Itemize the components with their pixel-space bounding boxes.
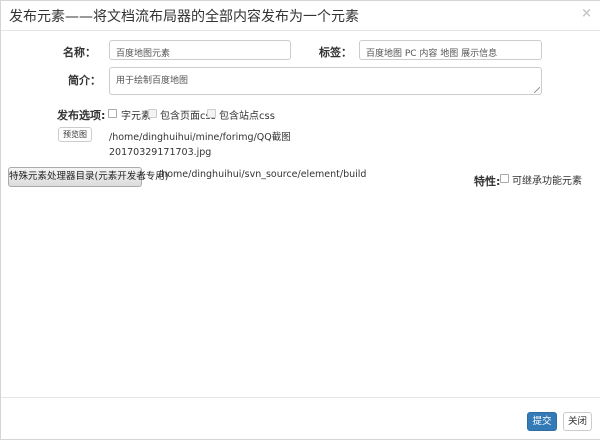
option-sub-element-checkbox[interactable] — [108, 109, 117, 118]
close-button[interactable]: 关闭 — [563, 412, 592, 431]
preview-path-line2: 20170329171703.jpg — [109, 147, 212, 158]
processor-dir-colon: : — [143, 171, 147, 182]
submit-button[interactable]: 提交 — [527, 412, 557, 431]
preview-image-button[interactable]: 预览图 — [58, 127, 92, 142]
processor-dir-path: /home/dinghuihui/svn_source/element/buil… — [158, 169, 367, 180]
publish-options-label: 发布选项: — [57, 109, 106, 122]
close-icon[interactable]: × — [581, 6, 592, 21]
option-site-css-label: 包含站点css — [219, 111, 275, 122]
feature-label: 特性: — [474, 175, 501, 188]
resize-grip-icon[interactable] — [534, 87, 540, 93]
tags-input[interactable]: 百度地图 PC 内容 地图 展示信息 — [359, 40, 542, 60]
intro-label: 简介： — [68, 74, 101, 87]
name-label: 名称： — [63, 46, 96, 59]
option-page-css-checkbox[interactable] — [148, 109, 157, 118]
option-sub-element-label: 字元素 — [121, 111, 151, 122]
tags-label: 标签： — [319, 46, 352, 59]
footer-divider — [1, 397, 600, 398]
intro-text: 用于绘制百度地图 — [116, 76, 189, 86]
inheritable-element-checkbox[interactable] — [500, 174, 509, 183]
option-site-css-checkbox[interactable] — [207, 109, 216, 118]
dialog-title: 发布元素——将文档流布局器的全部内容发布为一个元素 — [9, 9, 359, 25]
intro-textarea[interactable]: 用于绘制百度地图 — [109, 67, 542, 95]
name-input[interactable]: 百度地图元素 — [109, 40, 291, 60]
processor-dir-button[interactable]: 特殊元素处理器目录(元素开发者专用) — [8, 167, 168, 187]
dialog-header: 发布元素——将文档流布局器的全部内容发布为一个元素 × — [1, 1, 600, 31]
publish-element-dialog: 发布元素——将文档流布局器的全部内容发布为一个元素 × 名称： 百度地图元素 标… — [0, 0, 600, 440]
preview-path-line1: /home/dinghuihui/mine/forimg/QQ截图 — [109, 132, 291, 143]
inheritable-element-label: 可继承功能元素 — [512, 176, 582, 187]
